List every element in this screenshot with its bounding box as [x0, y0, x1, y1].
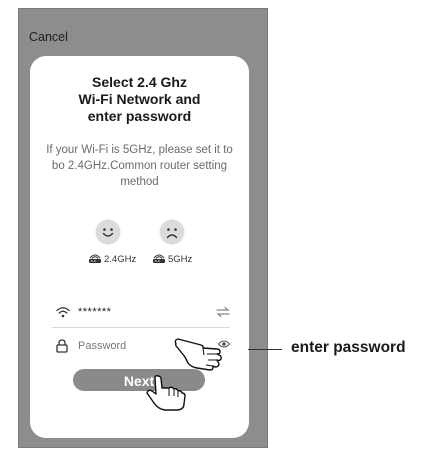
band-5ghz: 5GHz — [152, 219, 192, 265]
smile-face-icon — [95, 219, 121, 245]
title-line: Select 2.4 Ghz — [92, 74, 187, 90]
page-title: Select 2.4 Ghz Wi-Fi Network and enter p… — [30, 74, 249, 125]
band-label: 5GHz — [152, 253, 192, 265]
wifi-icon — [56, 307, 70, 318]
title-line: Wi-Fi Network and — [78, 91, 201, 107]
callout-label: enter password — [291, 339, 406, 356]
instruction-line: method — [120, 176, 159, 188]
band-text: 5GHz — [168, 254, 193, 265]
router-icon — [153, 254, 165, 263]
canvas: Cancel Select 2.4 Ghz Wi-Fi Network and … — [0, 0, 441, 450]
pointing-hand-icon — [146, 375, 186, 411]
switch-network-icon[interactable] — [216, 306, 230, 318]
password-input[interactable] — [78, 337, 188, 355]
sad-face-icon — [159, 219, 185, 245]
cancel-button[interactable]: Cancel — [29, 30, 68, 44]
divider — [52, 327, 230, 328]
instruction-line: bo 2.4GHz.Common router setting — [51, 160, 228, 172]
pointing-hand-icon — [174, 338, 222, 371]
instruction-line: If your Wi-Fi is 5GHz, please set it to — [46, 144, 233, 156]
title-line: enter password — [87, 108, 192, 124]
band-2-4ghz: 2.4GHz — [88, 219, 136, 265]
lock-icon — [56, 339, 68, 353]
band-text: 2.4GHz — [104, 254, 137, 265]
instruction-text: If your Wi-Fi is 5GHz, please set it to … — [36, 142, 243, 190]
callout-line — [248, 349, 282, 350]
band-label: 2.4GHz — [88, 253, 136, 265]
wifi-network-row[interactable]: ******* — [52, 303, 230, 325]
ssid-value: ******* — [78, 306, 112, 318]
router-icon — [89, 254, 101, 263]
